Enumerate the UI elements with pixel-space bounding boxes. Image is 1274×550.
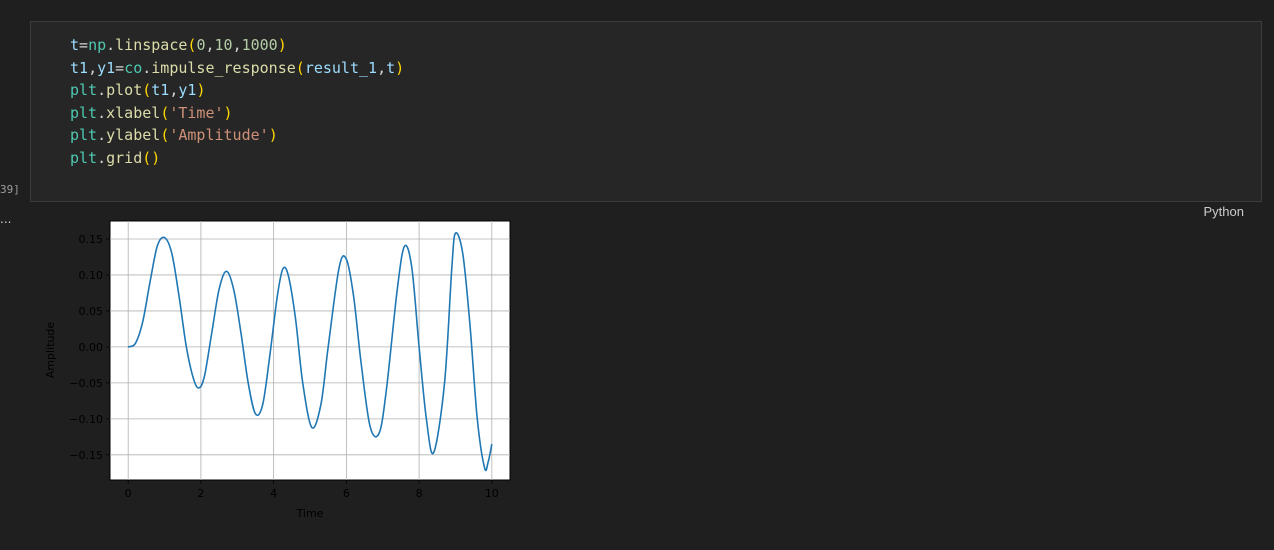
code-token: 'Amplitude': [169, 126, 269, 144]
code-token: plot: [106, 81, 143, 99]
y-tick-label: −0.10: [69, 413, 103, 426]
code-token: ): [277, 36, 287, 54]
code-token: 'Time': [169, 103, 224, 122]
x-tick-layer: 0 2 4 6 8 10: [125, 480, 499, 500]
y-tick-label: 0.10: [79, 269, 104, 282]
code-token: .: [97, 126, 107, 144]
code-token: .: [97, 103, 107, 122]
code-token: ): [268, 126, 278, 144]
code-line: plt.grid(): [70, 147, 404, 170]
x-tick-label: 8: [416, 487, 423, 500]
code-token: t: [386, 58, 396, 77]
code-token: (): [142, 148, 161, 167]
code-line: plt.xlabel('Time'): [70, 102, 404, 125]
plot-output: 0 2 4 6 8 10 0.15 0.10 0.05 0.00 −0.05 −0.10 −0.15 …: [39, 214, 519, 524]
code-token: ): [223, 103, 233, 122]
y-tick-label: −0.05: [69, 377, 103, 390]
code-token: .: [97, 81, 107, 99]
x-axis-label: Time: [296, 507, 324, 520]
code-token: plt: [70, 81, 98, 99]
code-token: (: [295, 58, 305, 77]
x-tick-label: 4: [270, 487, 277, 500]
code-token: y1: [178, 81, 197, 99]
code-token: .: [97, 148, 107, 167]
code-token: co: [124, 58, 143, 77]
output-more-icon[interactable]: ...: [0, 212, 11, 226]
code-token: .: [106, 36, 116, 54]
code-token: ): [196, 81, 206, 99]
code-token: t: [70, 36, 80, 54]
code-token: plt: [70, 126, 98, 144]
code-token: ,: [88, 58, 98, 77]
code-token: plt: [70, 103, 98, 122]
code-token: xlabel: [106, 103, 161, 122]
code-line: plt.plot(t1,y1): [70, 79, 404, 102]
code-token: impulse_response: [151, 58, 296, 77]
x-tick-label: 6: [343, 487, 350, 500]
code-token: (: [160, 126, 170, 144]
code-token: result_1: [304, 58, 378, 77]
x-tick-label: 0: [125, 487, 132, 500]
execution-count: 39]: [0, 183, 20, 196]
plot-area: [109, 220, 511, 481]
x-tick-label: 10: [485, 487, 499, 500]
code-token: ylabel: [106, 126, 161, 144]
code-token: t1: [70, 58, 89, 77]
code-token: linspace: [115, 36, 188, 54]
y-tick-label: 0.15: [79, 233, 104, 246]
line-chart: 0 2 4 6 8 10 0.150.100.050.00−0.05−0.10−0.15 …: [44, 220, 511, 520]
code-token: .: [142, 58, 152, 77]
code-token: =: [79, 36, 89, 54]
x-tick-label: 2: [197, 487, 204, 500]
code-token: (: [142, 81, 152, 99]
code-token: np: [88, 36, 107, 54]
code-line: t1,y1=co.impulse_response(result_1,t): [70, 57, 404, 80]
code-token: (: [160, 103, 170, 122]
code-token: ,: [205, 36, 215, 54]
y-tick-layer: 0.15 0.10 0.05 0.00 −0.05 −0.10 −0.15: [69, 233, 110, 462]
language-label[interactable]: Python: [1204, 204, 1244, 219]
code-token: grid: [106, 148, 143, 167]
code-editor[interactable]: t=np.linspace(0,10,1000) t1,y1=co.impulse…: [70, 34, 404, 169]
y-tick-label: 0.00: [79, 341, 104, 354]
code-token: ,: [377, 58, 387, 77]
y-tick-label: −0.15: [69, 449, 103, 462]
y-tick-label: 0.05: [79, 305, 104, 318]
code-token: ): [395, 58, 405, 77]
y-axis-label: Amplitude: [44, 322, 57, 379]
code-token: 1000: [241, 36, 278, 54]
code-token: =: [115, 58, 125, 77]
code-cell[interactable]: t=np.linspace(0,10,1000) t1,y1=co.impulse…: [30, 21, 1262, 219]
code-token: y1: [97, 58, 116, 77]
code-line: plt.ylabel('Amplitude'): [70, 124, 404, 147]
code-token: ,: [232, 36, 242, 54]
code-token: t1: [151, 81, 170, 99]
code-token: 10: [214, 36, 233, 54]
code-line: t=np.linspace(0,10,1000): [70, 34, 404, 57]
code-token: plt: [70, 148, 98, 167]
